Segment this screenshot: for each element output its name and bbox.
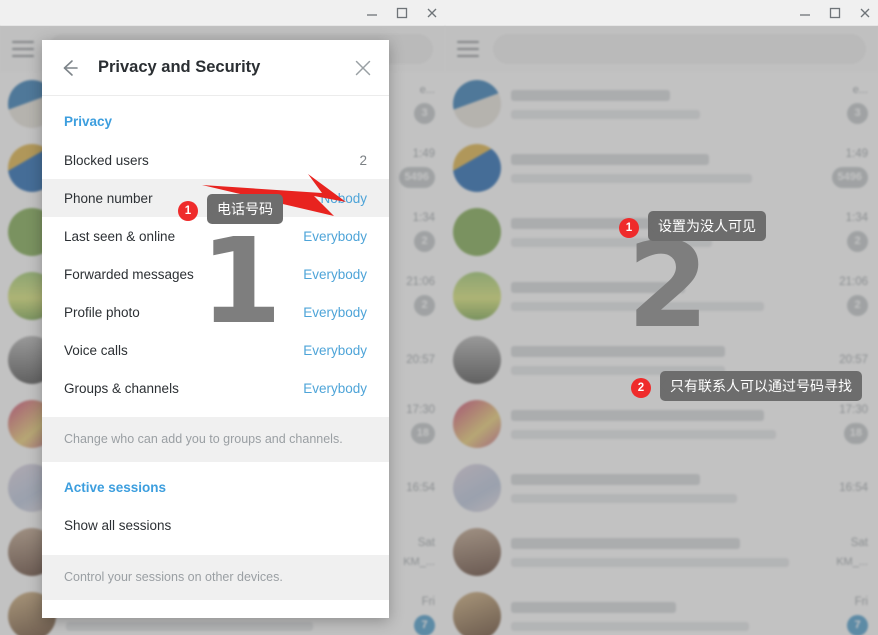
privacy-item-voice-calls[interactable]: Voice calls Everybody — [42, 331, 389, 369]
sessions-note: Control your sessions on other devices. — [42, 554, 389, 600]
privacy-item-profile-photo[interactable]: Profile photo Everybody — [42, 293, 389, 331]
privacy-section: Privacy Blocked users 2 Phone number Nobody… — [42, 96, 389, 417]
close-icon[interactable] — [353, 58, 373, 78]
minimize-button[interactable] — [365, 6, 379, 20]
privacy-item-label: Last seen & online — [64, 228, 176, 244]
screenshot-root: e... 3 1:49 5496 1:34 2 21:06 2 20:57 17:30 18 16:5… — [0, 0, 878, 635]
active-sessions-header: Active sessions — [64, 479, 167, 495]
privacy-item-value: Everybody — [303, 342, 367, 358]
privacy-item-label: Voice calls — [64, 342, 128, 358]
back-arrow-icon[interactable] — [56, 55, 82, 81]
close-button[interactable] — [858, 6, 872, 20]
privacy-section-header: Privacy — [64, 114, 113, 129]
telegram-window-right: e... 3 1:49 5496 1:34 2 21:06 2 20:57 17:30 18 16:5… — [445, 0, 878, 635]
show-all-sessions-label: Show all sessions — [64, 518, 172, 534]
privacy-item-value: Everybody — [303, 304, 367, 320]
privacy-item-blocked-users[interactable]: Blocked users 2 — [42, 141, 389, 179]
privacy-item-label: Blocked users — [64, 152, 149, 168]
maximize-button[interactable] — [828, 6, 842, 20]
privacy-item-value: 2 — [359, 152, 367, 168]
privacy-item-value: Everybody — [303, 266, 367, 282]
groups-note: Change who can add you to groups and cha… — [42, 417, 389, 462]
privacy-item-groups-channels[interactable]: Groups & channels Everybody — [42, 369, 389, 407]
privacy-item-label: Groups & channels — [64, 380, 179, 396]
maximize-button[interactable] — [395, 6, 409, 20]
privacy-item-value: Everybody — [303, 380, 367, 396]
privacy-item-phone-number[interactable]: Phone number Nobody — [42, 179, 389, 217]
privacy-item-value: Nobody — [320, 190, 367, 206]
sidebar-item-show-all-sessions[interactable]: Show all sessions — [42, 507, 389, 545]
window-controls-right — [798, 0, 872, 26]
title-bar-right — [445, 0, 878, 26]
privacy-and-security-dialog: Privacy and Security Privacy Blocked use… — [42, 40, 389, 618]
close-button[interactable] — [425, 6, 439, 20]
privacy-item-forwarded-messages[interactable]: Forwarded messages Everybody — [42, 255, 389, 293]
privacy-item-last-seen-online[interactable]: Last seen & online Everybody — [42, 217, 389, 255]
privacy-item-label: Profile photo — [64, 304, 140, 320]
dialog-header: Privacy and Security — [42, 40, 389, 96]
telegram-window-left: e... 3 1:49 5496 1:34 2 21:06 2 20:57 17:30 18 16:5… — [0, 0, 445, 635]
modal-backdrop-right — [445, 26, 878, 635]
title-bar-left — [0, 0, 445, 26]
page-title: Privacy and Security — [98, 58, 261, 76]
window-controls-left — [365, 0, 439, 26]
privacy-item-value: Everybody — [303, 228, 367, 244]
minimize-button[interactable] — [798, 6, 812, 20]
privacy-item-label: Phone number — [64, 190, 153, 206]
privacy-item-label: Forwarded messages — [64, 266, 194, 282]
sessions-section: Active sessions Show all sessions — [42, 461, 389, 555]
privacy-items: Blocked users 2 Phone number Nobody Last see… — [42, 141, 389, 407]
